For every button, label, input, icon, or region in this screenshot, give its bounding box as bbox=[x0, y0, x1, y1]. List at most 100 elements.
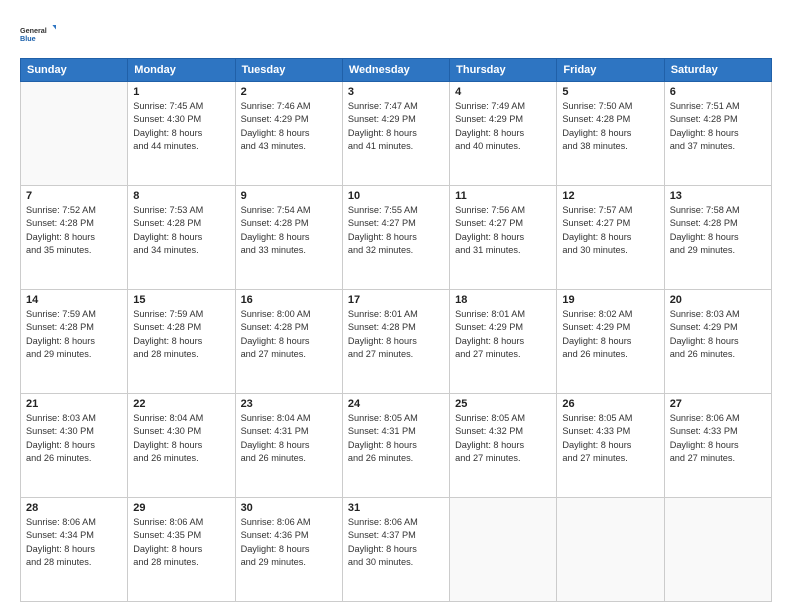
calendar-cell: 25Sunrise: 8:05 AMSunset: 4:32 PMDayligh… bbox=[450, 394, 557, 498]
calendar-cell: 26 Sunrise: 8:05 AMSunset: 4:33 PMDayligh… bbox=[557, 394, 664, 498]
day-info: Sunrise: 8:06 AMSunset: 4:34 PMDaylight:… bbox=[26, 516, 122, 569]
day-info: Sunrise: 7:46 AMSunset: 4:29 PMDaylight:… bbox=[241, 100, 337, 153]
calendar-cell: 18 Sunrise: 8:01 AMSunset: 4:29 PMDayligh… bbox=[450, 290, 557, 394]
calendar-cell bbox=[21, 82, 128, 186]
calendar-cell: 3Sunrise: 7:47 AMSunset: 4:29 PMDaylight… bbox=[342, 82, 449, 186]
calendar-day-header: Monday bbox=[128, 59, 235, 82]
calendar-cell: 21 Sunrise: 8:03 AMSunset: 4:30 PMDayligh… bbox=[21, 394, 128, 498]
svg-text:Blue: Blue bbox=[20, 34, 36, 43]
calendar-week-row: 14 Sunrise: 7:59 AMSunset: 4:28 PMDayligh… bbox=[21, 290, 772, 394]
day-number: 16 bbox=[241, 294, 337, 306]
logo-svg: General Blue bbox=[20, 16, 56, 52]
day-info: Sunrise: 8:06 AMSunset: 4:35 PMDaylight:… bbox=[133, 516, 229, 569]
calendar-week-row: 1 Sunrise: 7:45 AMSunset: 4:30 PMDaylight… bbox=[21, 82, 772, 186]
day-info: Sunrise: 8:05 AMSunset: 4:32 PMDaylight:… bbox=[455, 412, 551, 465]
day-number: 1 bbox=[133, 86, 229, 98]
calendar-day-header: Tuesday bbox=[235, 59, 342, 82]
calendar-cell: 23 Sunrise: 8:04 AMSunset: 4:31 PMDayligh… bbox=[235, 394, 342, 498]
day-number: 31 bbox=[348, 502, 444, 514]
day-number: 14 bbox=[26, 294, 122, 306]
day-info: Sunrise: 7:50 AMSunset: 4:28 PMDaylight:… bbox=[562, 100, 658, 153]
day-number: 18 bbox=[455, 294, 551, 306]
calendar-cell: 1 Sunrise: 7:45 AMSunset: 4:30 PMDaylight… bbox=[128, 82, 235, 186]
calendar-day-header: Sunday bbox=[21, 59, 128, 82]
day-info: Sunrise: 8:02 AMSunset: 4:29 PMDaylight:… bbox=[562, 308, 658, 361]
day-number: 11 bbox=[455, 190, 551, 202]
day-number: 6 bbox=[670, 86, 766, 98]
calendar-cell: 6 Sunrise: 7:51 AMSunset: 4:28 PMDaylight… bbox=[664, 82, 771, 186]
day-number: 9 bbox=[241, 190, 337, 202]
day-info: Sunrise: 8:05 AMSunset: 4:33 PMDaylight:… bbox=[562, 412, 658, 465]
calendar-week-row: 28 Sunrise: 8:06 AMSunset: 4:34 PMDayligh… bbox=[21, 498, 772, 602]
calendar-day-header: Friday bbox=[557, 59, 664, 82]
calendar-cell: 19 Sunrise: 8:02 AMSunset: 4:29 PMDayligh… bbox=[557, 290, 664, 394]
day-info: Sunrise: 8:04 AMSunset: 4:31 PMDaylight:… bbox=[241, 412, 337, 465]
day-number: 5 bbox=[562, 86, 658, 98]
day-number: 27 bbox=[670, 398, 766, 410]
day-info: Sunrise: 8:06 AMSunset: 4:37 PMDaylight:… bbox=[348, 516, 444, 569]
calendar-cell: 24 Sunrise: 8:05 AMSunset: 4:31 PMDayligh… bbox=[342, 394, 449, 498]
calendar-cell: 2 Sunrise: 7:46 AMSunset: 4:29 PMDaylight… bbox=[235, 82, 342, 186]
day-number: 26 bbox=[562, 398, 658, 410]
calendar-cell: 20 Sunrise: 8:03 AMSunset: 4:29 PMDayligh… bbox=[664, 290, 771, 394]
calendar-cell: 4Sunrise: 7:49 AMSunset: 4:29 PMDaylight… bbox=[450, 82, 557, 186]
day-info: Sunrise: 8:03 AMSunset: 4:30 PMDaylight:… bbox=[26, 412, 122, 465]
day-info: Sunrise: 8:04 AMSunset: 4:30 PMDaylight:… bbox=[133, 412, 229, 465]
day-info: Sunrise: 7:57 AMSunset: 4:27 PMDaylight:… bbox=[562, 204, 658, 257]
day-number: 2 bbox=[241, 86, 337, 98]
calendar-week-row: 7 Sunrise: 7:52 AMSunset: 4:28 PMDaylight… bbox=[21, 186, 772, 290]
day-number: 22 bbox=[133, 398, 229, 410]
calendar-cell: 31 Sunrise: 8:06 AMSunset: 4:37 PMDayligh… bbox=[342, 498, 449, 602]
day-info: Sunrise: 8:05 AMSunset: 4:31 PMDaylight:… bbox=[348, 412, 444, 465]
day-info: Sunrise: 7:45 AMSunset: 4:30 PMDaylight:… bbox=[133, 100, 229, 153]
day-info: Sunrise: 7:58 AMSunset: 4:28 PMDaylight:… bbox=[670, 204, 766, 257]
calendar-cell: 22 Sunrise: 8:04 AMSunset: 4:30 PMDayligh… bbox=[128, 394, 235, 498]
day-info: Sunrise: 7:53 AMSunset: 4:28 PMDaylight:… bbox=[133, 204, 229, 257]
calendar-day-header: Thursday bbox=[450, 59, 557, 82]
day-number: 20 bbox=[670, 294, 766, 306]
day-info: Sunrise: 8:00 AMSunset: 4:28 PMDaylight:… bbox=[241, 308, 337, 361]
calendar-cell: 17Sunrise: 8:01 AMSunset: 4:28 PMDayligh… bbox=[342, 290, 449, 394]
day-info: Sunrise: 8:01 AMSunset: 4:28 PMDaylight:… bbox=[348, 308, 444, 361]
day-number: 23 bbox=[241, 398, 337, 410]
calendar-cell bbox=[450, 498, 557, 602]
day-number: 29 bbox=[133, 502, 229, 514]
day-info: Sunrise: 7:59 AMSunset: 4:28 PMDaylight:… bbox=[26, 308, 122, 361]
calendar-cell: 15 Sunrise: 7:59 AMSunset: 4:28 PMDayligh… bbox=[128, 290, 235, 394]
calendar-cell bbox=[557, 498, 664, 602]
day-number: 7 bbox=[26, 190, 122, 202]
day-info: Sunrise: 8:06 AMSunset: 4:33 PMDaylight:… bbox=[670, 412, 766, 465]
calendar-cell: 30 Sunrise: 8:06 AMSunset: 4:36 PMDayligh… bbox=[235, 498, 342, 602]
day-info: Sunrise: 7:54 AMSunset: 4:28 PMDaylight:… bbox=[241, 204, 337, 257]
calendar-cell: 29 Sunrise: 8:06 AMSunset: 4:35 PMDayligh… bbox=[128, 498, 235, 602]
calendar-table: SundayMondayTuesdayWednesdayThursdayFrid… bbox=[20, 58, 772, 602]
calendar-day-header: Wednesday bbox=[342, 59, 449, 82]
calendar-cell: 16 Sunrise: 8:00 AMSunset: 4:28 PMDayligh… bbox=[235, 290, 342, 394]
day-number: 10 bbox=[348, 190, 444, 202]
day-number: 19 bbox=[562, 294, 658, 306]
day-number: 30 bbox=[241, 502, 337, 514]
day-info: Sunrise: 7:59 AMSunset: 4:28 PMDaylight:… bbox=[133, 308, 229, 361]
calendar-cell bbox=[664, 498, 771, 602]
calendar-cell: 28 Sunrise: 8:06 AMSunset: 4:34 PMDayligh… bbox=[21, 498, 128, 602]
calendar-cell: 10Sunrise: 7:55 AMSunset: 4:27 PMDayligh… bbox=[342, 186, 449, 290]
day-number: 28 bbox=[26, 502, 122, 514]
day-number: 15 bbox=[133, 294, 229, 306]
calendar-header-row: SundayMondayTuesdayWednesdayThursdayFrid… bbox=[21, 59, 772, 82]
day-info: Sunrise: 8:01 AMSunset: 4:29 PMDaylight:… bbox=[455, 308, 551, 361]
day-info: Sunrise: 8:06 AMSunset: 4:36 PMDaylight:… bbox=[241, 516, 337, 569]
day-info: Sunrise: 7:47 AMSunset: 4:29 PMDaylight:… bbox=[348, 100, 444, 153]
calendar-cell: 13Sunrise: 7:58 AMSunset: 4:28 PMDayligh… bbox=[664, 186, 771, 290]
day-number: 8 bbox=[133, 190, 229, 202]
day-info: Sunrise: 7:51 AMSunset: 4:28 PMDaylight:… bbox=[670, 100, 766, 153]
day-number: 4 bbox=[455, 86, 551, 98]
day-number: 21 bbox=[26, 398, 122, 410]
day-number: 24 bbox=[348, 398, 444, 410]
day-info: Sunrise: 8:03 AMSunset: 4:29 PMDaylight:… bbox=[670, 308, 766, 361]
calendar-cell: 9 Sunrise: 7:54 AMSunset: 4:28 PMDaylight… bbox=[235, 186, 342, 290]
calendar-cell: 12Sunrise: 7:57 AMSunset: 4:27 PMDayligh… bbox=[557, 186, 664, 290]
calendar-cell: 27 Sunrise: 8:06 AMSunset: 4:33 PMDayligh… bbox=[664, 394, 771, 498]
calendar-day-header: Saturday bbox=[664, 59, 771, 82]
calendar-cell: 7 Sunrise: 7:52 AMSunset: 4:28 PMDaylight… bbox=[21, 186, 128, 290]
day-info: Sunrise: 7:52 AMSunset: 4:28 PMDaylight:… bbox=[26, 204, 122, 257]
